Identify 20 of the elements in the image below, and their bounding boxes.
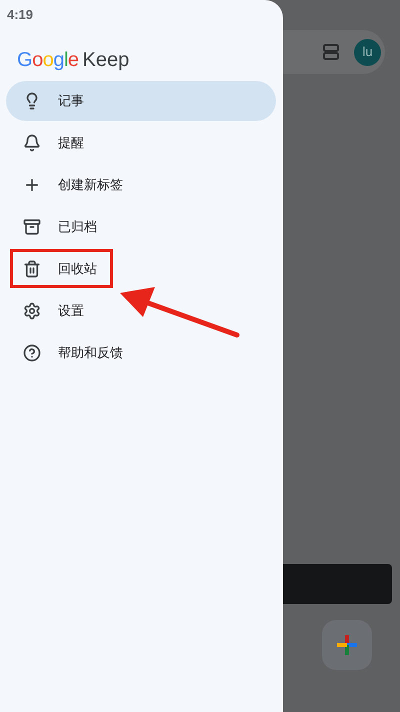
drawer-item[interactable]: 回收站 xyxy=(6,249,276,289)
archive-icon xyxy=(23,218,41,236)
product-name: Keep xyxy=(82,48,130,72)
help-icon xyxy=(23,344,41,362)
avatar[interactable]: lu xyxy=(354,38,381,66)
plus-icon xyxy=(23,176,41,194)
settings-icon xyxy=(23,302,41,320)
drawer-item[interactable]: 帮助和反馈 xyxy=(6,333,276,373)
bell-icon xyxy=(23,134,41,152)
drawer-item[interactable]: 记事 xyxy=(6,81,276,121)
status-time: 4:19 xyxy=(7,7,34,22)
plus-icon xyxy=(336,634,358,656)
brand-logo: Google xyxy=(17,48,79,72)
search-bar[interactable]: lu xyxy=(283,30,385,74)
drawer-item[interactable]: 设置 xyxy=(6,291,276,331)
drawer-item[interactable]: 已归档 xyxy=(6,207,276,247)
drawer-item[interactable]: 提醒 xyxy=(6,123,276,163)
trash-icon xyxy=(23,260,41,278)
layout-icon[interactable] xyxy=(322,43,340,61)
drawer-item[interactable]: 创建新标签 xyxy=(6,165,276,205)
